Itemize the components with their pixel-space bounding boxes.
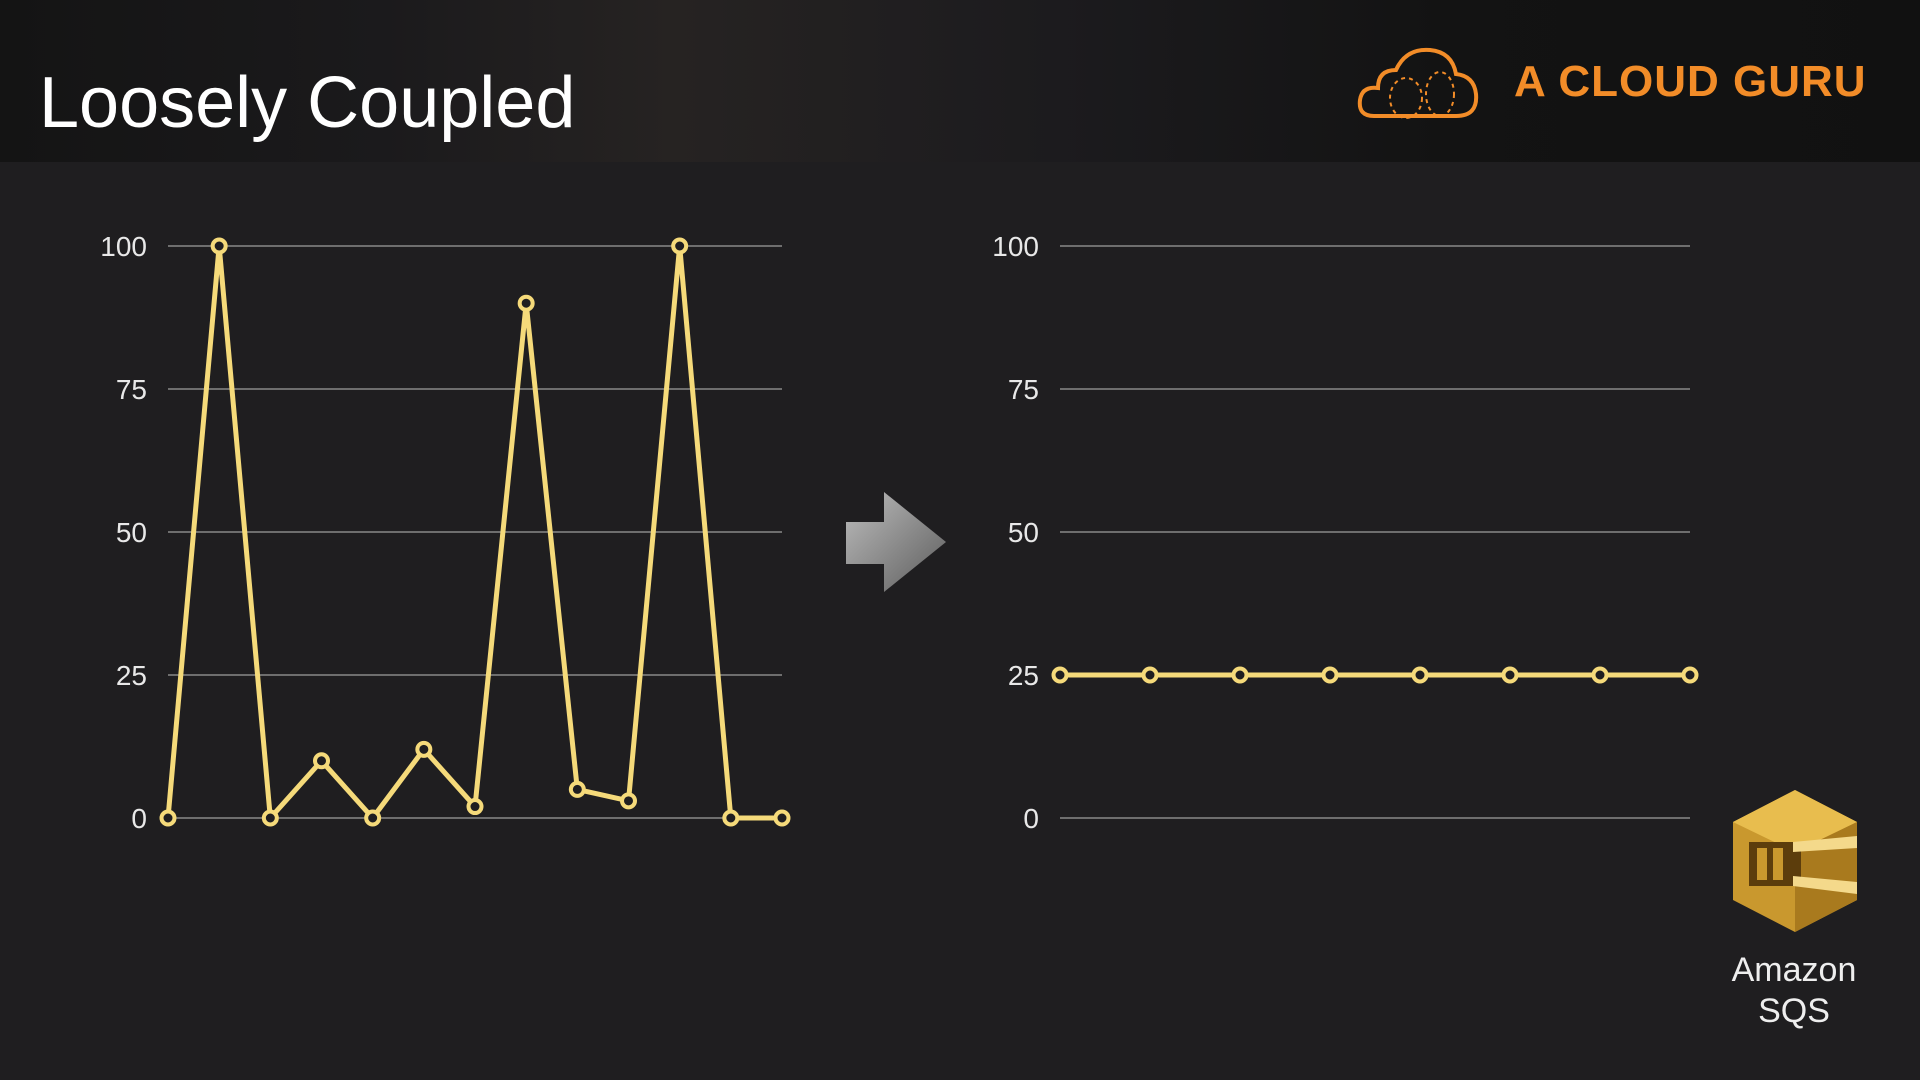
y-tick-label: 50 — [116, 517, 147, 548]
y-tick-label: 75 — [116, 374, 147, 405]
chart-left: 0 25 50 75 100 — [100, 231, 791, 834]
y-tick-label: 100 — [100, 231, 147, 262]
y-tick-label: 25 — [116, 660, 147, 691]
y-tick-label: 100 — [992, 231, 1039, 262]
arrow-right-icon — [846, 492, 946, 592]
data-point — [517, 294, 535, 312]
chart-right: 0 25 50 75 100 — [992, 231, 1699, 834]
y-tick-label: 0 — [131, 803, 147, 834]
data-point — [261, 809, 279, 827]
data-point — [620, 792, 637, 810]
data-point — [1591, 666, 1609, 684]
service-label-line1: Amazon — [1731, 951, 1857, 989]
data-point — [568, 780, 586, 798]
service-label-line2: SQS — [1758, 992, 1830, 1030]
data-point — [210, 237, 228, 255]
data-point — [1681, 666, 1699, 684]
data-point — [1051, 666, 1069, 684]
amazon-sqs-icon — [1733, 790, 1857, 932]
data-point — [671, 237, 689, 255]
data-point — [1411, 666, 1429, 684]
y-tick-label: 0 — [1023, 803, 1039, 834]
charts-canvas: 0 25 50 75 100 0 25 50 75 100 — [100, 231, 1699, 834]
service-label: Amazon SQS — [1704, 950, 1884, 1032]
data-point — [466, 798, 484, 816]
data-point — [1501, 666, 1519, 684]
data-point — [722, 809, 740, 827]
data-point — [415, 740, 433, 758]
y-tick-label: 75 — [1008, 374, 1039, 405]
data-point — [1141, 666, 1159, 684]
data-point — [159, 809, 177, 827]
data-point — [313, 752, 330, 770]
y-tick-label: 25 — [1008, 660, 1039, 691]
data-point — [364, 809, 382, 827]
data-point — [773, 809, 791, 827]
y-tick-label: 50 — [1008, 517, 1039, 548]
data-point — [1231, 666, 1249, 684]
data-point — [1321, 666, 1339, 684]
